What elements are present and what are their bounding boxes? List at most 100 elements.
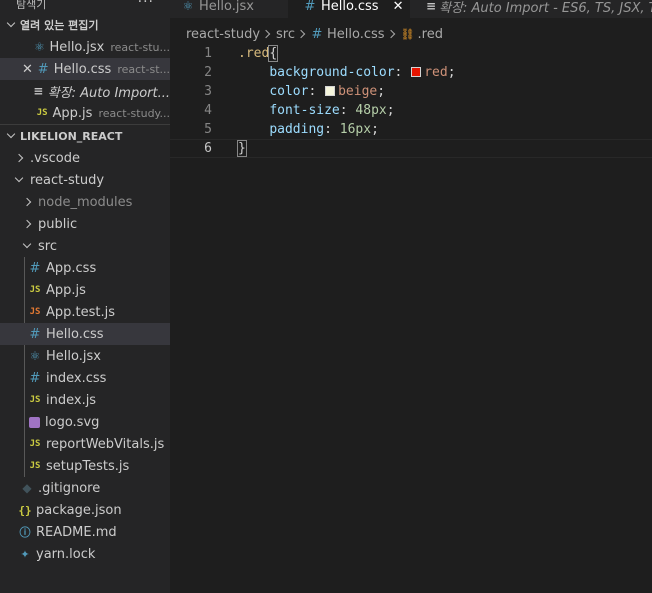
tab-extension-auto-import[interactable]: ≡ 확장: Auto Import - ES6, TS, JSX, TSX — [410, 0, 652, 18]
tree-file[interactable]: JS setupTests.js — [0, 455, 170, 477]
tree-label: react-study — [30, 172, 105, 188]
chevron-right-icon — [14, 153, 24, 163]
js-file-icon: JS — [29, 461, 41, 471]
code-line: 2 background-color: red; — [170, 63, 652, 82]
tree-file[interactable]: {} package.json — [0, 499, 170, 521]
line-number: 1 — [204, 46, 212, 61]
open-editor-item[interactable]: ⚛ Hello.jsx react-stu... — [0, 36, 170, 58]
open-editor-label: 확장: Auto Import... — [47, 85, 170, 101]
open-editors-title: 열려 있는 편집기 — [20, 19, 99, 32]
code-text: background-color: red; — [269, 65, 456, 80]
open-editor-desc: react-study... — [98, 106, 170, 120]
info-icon: ⓘ — [19, 526, 31, 539]
js-file-icon: JS — [29, 285, 41, 295]
tree-label: index.js — [46, 392, 97, 408]
chevron-down-icon — [22, 241, 32, 251]
tree-folder[interactable]: .vscode — [0, 147, 170, 169]
react-icon: ⚛ — [29, 349, 41, 363]
brace-open: { — [268, 45, 279, 62]
code-line: 1 .red{ — [170, 44, 652, 63]
chevron-right-icon — [262, 29, 274, 39]
tree-label: node_modules — [38, 194, 133, 210]
line-number: 4 — [204, 103, 212, 118]
code-editor[interactable]: 1 .red{ 2 background-color: red; 3 color… — [170, 44, 652, 593]
project-header[interactable]: LIKELION_REACT — [0, 125, 170, 147]
chevron-right-icon — [22, 219, 32, 229]
css-value: red — [424, 65, 448, 80]
css-file-icon: # — [37, 61, 49, 77]
css-property: background-color — [269, 65, 395, 80]
code-text: color: beige; — [269, 84, 386, 99]
code-line: 3 color: beige; — [170, 82, 652, 101]
tree-file[interactable]: JS index.js — [0, 389, 170, 411]
tree-file[interactable]: ✦ yarn.lock — [0, 543, 170, 565]
tree-label: yarn.lock — [36, 546, 96, 562]
editor-tab-bar: ⚛ Hello.jsx # Hello.css ✕ ≡ 확장: Auto Imp… — [170, 0, 652, 18]
svg-file-icon — [29, 416, 40, 428]
tree-file[interactable]: logo.svg — [0, 411, 170, 433]
color-swatch[interactable] — [411, 67, 422, 77]
open-editor-label: Hello.jsx — [49, 39, 105, 55]
brace-close: } — [237, 140, 247, 157]
tree-label: package.json — [36, 502, 122, 518]
tree-label: .vscode — [30, 150, 80, 166]
js-file-icon: JS — [29, 439, 41, 449]
css-file-icon: # — [29, 326, 41, 342]
breadcrumb-item[interactable]: src — [276, 27, 295, 42]
code-line-current: 6 } — [170, 139, 652, 158]
chevron-right-icon — [22, 197, 32, 207]
tree-folder[interactable]: node_modules — [0, 191, 170, 213]
tab-hello-jsx[interactable]: ⚛ Hello.jsx — [170, 0, 288, 18]
css-value: 16px — [339, 122, 372, 137]
tree-folder[interactable]: src — [0, 235, 170, 257]
tab-hello-css[interactable]: # Hello.css ✕ — [288, 0, 410, 18]
tree-file[interactable]: ◆ .gitignore — [0, 477, 170, 499]
tree-file[interactable]: # App.css — [0, 257, 170, 279]
json-file-icon: {} — [18, 503, 32, 517]
code-text: font-size: 48px; — [269, 103, 395, 118]
tree-folder[interactable]: public — [0, 213, 170, 235]
open-editor-item[interactable]: JS App.js react-study... — [0, 102, 170, 124]
src-children: # App.css JS App.js JS App.test.js # Hel… — [0, 257, 170, 477]
open-editor-item[interactable]: ≡ 확장: Auto Import... — [0, 80, 170, 102]
tree-label: index.css — [46, 370, 107, 386]
open-editor-item-active[interactable]: ✕ # Hello.css react-st... — [0, 58, 170, 80]
tree-label: README.md — [36, 524, 117, 540]
tree-file[interactable]: ⓘ README.md — [0, 521, 170, 543]
tree-file[interactable]: JS App.js — [0, 279, 170, 301]
tree-file[interactable]: JS App.test.js — [0, 301, 170, 323]
open-editor-desc: react-stu... — [110, 40, 170, 54]
tab-label: Hello.css — [321, 0, 379, 14]
color-swatch[interactable] — [325, 86, 336, 96]
css-property: font-size — [269, 103, 340, 118]
tree-file[interactable]: ⚛ Hello.jsx — [0, 345, 170, 367]
open-editor-label: Hello.css — [53, 61, 112, 77]
tree-file-active[interactable]: # Hello.css — [0, 323, 170, 345]
tree-file[interactable]: JS reportWebVitals.js — [0, 433, 170, 455]
code-text: padding: 16px; — [269, 122, 379, 137]
chevron-down-icon — [6, 131, 16, 141]
breadcrumb-item[interactable]: react-study — [186, 27, 260, 42]
tree-label: App.css — [46, 260, 97, 276]
open-editor-desc: react-st... — [117, 62, 170, 76]
explorer-sidebar: 탐색기 ··· 열려 있는 편집기 ⚛ Hello.jsx react-stu.… — [0, 0, 170, 593]
tree-label: setupTests.js — [46, 458, 130, 474]
chevron-down-icon — [14, 175, 24, 185]
tree-file[interactable]: # index.css — [0, 367, 170, 389]
tree-label: Hello.jsx — [46, 348, 101, 364]
tree-folder[interactable]: react-study — [0, 169, 170, 191]
more-actions-icon[interactable]: ··· — [138, 0, 154, 10]
close-icon[interactable]: ✕ — [22, 62, 33, 77]
close-icon[interactable]: ✕ — [393, 0, 404, 14]
chevron-right-icon — [297, 29, 309, 39]
open-editor-label: App.js — [52, 105, 93, 121]
breadcrumb-item[interactable]: .red — [418, 27, 443, 42]
tree-label: reportWebVitals.js — [46, 436, 165, 452]
css-file-icon: # — [311, 26, 323, 42]
explorer-title: 탐색기 — [16, 0, 47, 11]
tab-label: 확장: Auto Import - ES6, TS, JSX, TSX — [439, 0, 652, 16]
breadcrumb-item[interactable]: Hello.css — [327, 27, 385, 42]
open-editors-header[interactable]: 열려 있는 편집기 — [0, 14, 170, 36]
tree-label: Hello.css — [46, 326, 104, 342]
tree-label: .gitignore — [38, 480, 101, 496]
